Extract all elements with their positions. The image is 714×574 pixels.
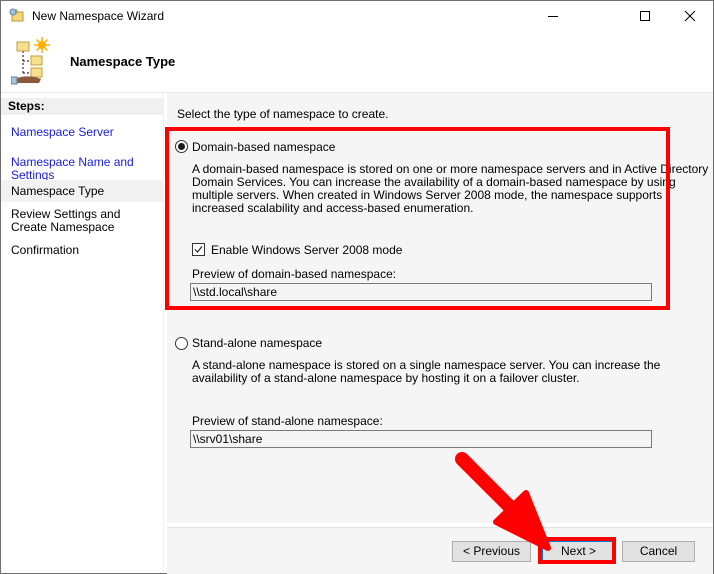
steps-title: Steps:: [1, 98, 163, 115]
step-confirmation: Confirmation: [11, 243, 80, 257]
domain-based-description-line: increased scalability and access-based e…: [192, 201, 474, 215]
domain-preview-field: \\std.local\share: [190, 283, 652, 301]
close-icon: [684, 10, 696, 22]
previous-button[interactable]: < Previous: [452, 541, 531, 562]
instruction-text: Select the type of namespace to create.: [177, 107, 389, 121]
wizard-footer: < Previous Next > Cancel: [167, 527, 713, 574]
page-title: Namespace Type: [70, 54, 176, 69]
maximize-icon: [640, 11, 650, 21]
next-button[interactable]: Next >: [542, 541, 615, 562]
domain-preview-label: Preview of domain-based namespace:: [192, 267, 397, 281]
domain-based-radio[interactable]: [175, 140, 188, 153]
close-button[interactable]: [667, 1, 713, 31]
wizard-header: Namespace Type: [1, 31, 713, 93]
server-2008-mode-label[interactable]: Enable Windows Server 2008 mode: [211, 244, 402, 257]
standalone-radio[interactable]: [175, 337, 188, 350]
step-namespace-server[interactable]: Namespace Server: [11, 126, 161, 139]
wizard-window: New Namespace Wizard Namespace Type Step…: [0, 0, 714, 574]
step-namespace-name-settings[interactable]: Namespace Name and Settings: [11, 156, 161, 182]
radio-selected-dot: [178, 143, 185, 150]
namespace-tree-icon: [11, 37, 50, 85]
server-2008-mode-checkbox[interactable]: [192, 243, 205, 256]
maximize-button[interactable]: [622, 1, 668, 31]
step-namespace-type: Namespace Type: [11, 184, 105, 198]
namespace-app-icon: [9, 8, 24, 22]
minimize-button[interactable]: [530, 1, 576, 31]
standalone-preview-field: \\srv01\share: [190, 430, 652, 448]
standalone-label[interactable]: Stand-alone namespace: [192, 337, 322, 350]
minimize-icon: [548, 16, 558, 17]
standalone-description-line: availability of a stand-alone namespace …: [192, 371, 580, 385]
steps-sidebar: Steps: Namespace Server Namespace Name a…: [1, 93, 164, 573]
content-panel: Select the type of namespace to create. …: [167, 93, 713, 523]
step-review-settings: Review Settings and Create Namespace: [11, 207, 121, 234]
window-title: New Namespace Wizard: [32, 9, 165, 23]
domain-based-label[interactable]: Domain-based namespace: [192, 141, 335, 154]
standalone-preview-label: Preview of stand-alone namespace:: [192, 414, 383, 428]
title-bar[interactable]: New Namespace Wizard: [1, 1, 713, 31]
cancel-button[interactable]: Cancel: [622, 541, 695, 562]
checkmark-icon: [194, 246, 203, 253]
